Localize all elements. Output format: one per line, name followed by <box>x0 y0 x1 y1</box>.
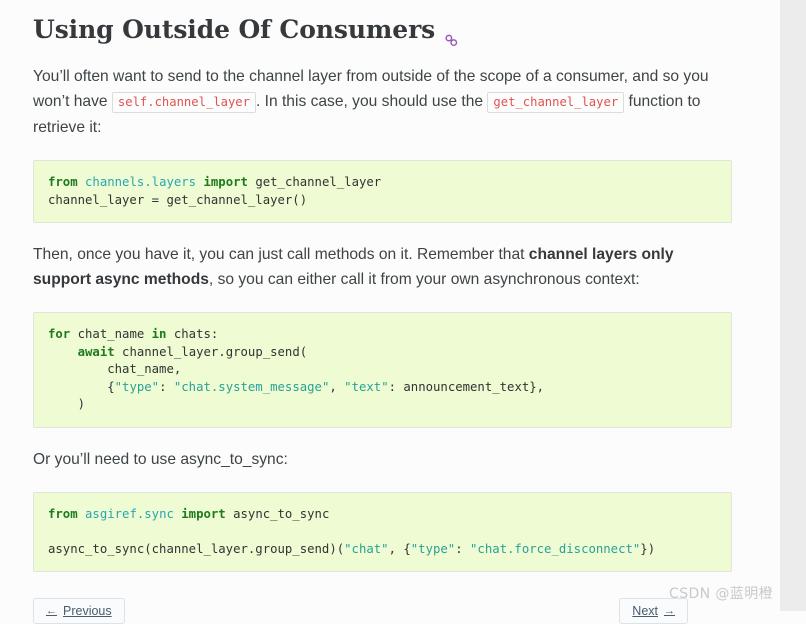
page-title-text: Using Outside Of Consumers <box>33 15 436 44</box>
code-block-async-to-sync: from asgiref.sync import async_to_sync a… <box>33 491 732 573</box>
csdn-watermark: CSDN @蓝明橙 <box>669 586 773 602</box>
inline-code-get-channel-layer: get_channel_layer <box>487 92 625 114</box>
documentation-page: Using Outside Of Consumers You’ll often … <box>0 0 806 624</box>
arrow-right-icon: → <box>664 605 675 617</box>
second-text-part-1: Then, once you have it, you can just cal… <box>33 246 529 264</box>
code-content: from asgiref.sync import async_to_sync a… <box>48 506 656 556</box>
intro-text-part-2: . In this case, you should use the <box>255 93 488 111</box>
third-paragraph: Or you’ll need to use async_to_sync: <box>33 450 288 468</box>
code-block-get-channel-layer: from channels.layers import get_channel_… <box>33 160 732 224</box>
right-gutter <box>780 0 806 611</box>
second-paragraph: Then, once you have it, you can just cal… <box>33 242 733 292</box>
link-icon[interactable] <box>444 24 459 47</box>
previous-page-label: Previous <box>63 604 112 618</box>
next-page-label: Next <box>632 604 658 618</box>
code-block-async-group-send: for chat_name in chats: await channel_la… <box>33 312 732 428</box>
code-content: from channels.layers import get_channel_… <box>48 175 382 207</box>
page-title: Using Outside Of Consumers <box>33 0 733 47</box>
second-text-part-2: , so you can either call it from your ow… <box>208 271 640 289</box>
article-content: Using Outside Of Consumers You’ll often … <box>33 0 733 573</box>
inline-code-self-channel-layer: self.channel_layer <box>111 92 256 114</box>
code-content: for chat_name in chats: await channel_la… <box>48 327 545 412</box>
bottom-navigation: ← Previous Next → <box>33 598 733 624</box>
arrow-left-icon: ← <box>46 605 57 617</box>
previous-page-button[interactable]: ← Previous <box>33 598 125 624</box>
intro-paragraph: You’ll often want to send to the channel… <box>33 64 733 140</box>
